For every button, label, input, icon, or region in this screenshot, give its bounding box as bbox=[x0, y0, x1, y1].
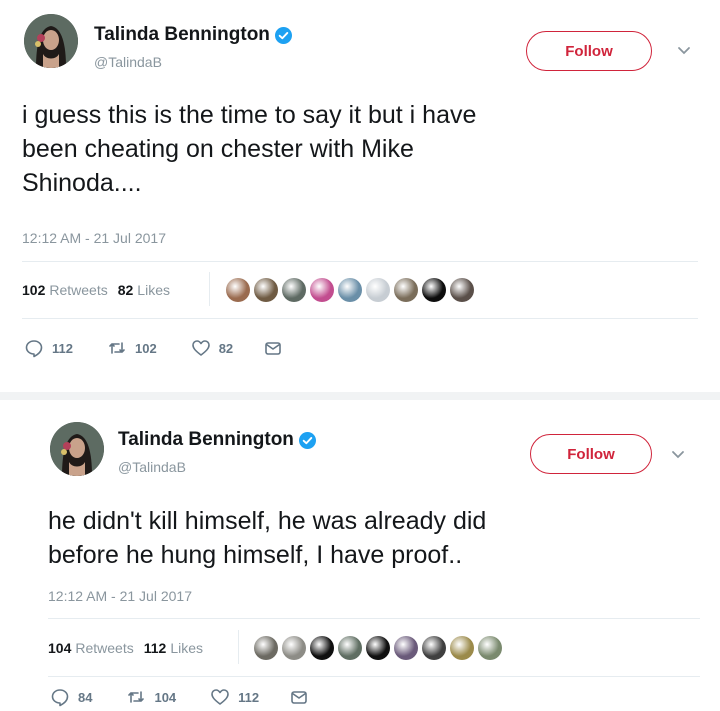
tweet-actions: 84 104 112 bbox=[50, 687, 309, 707]
divider bbox=[238, 630, 239, 664]
retweets-count[interactable]: 104 bbox=[48, 640, 71, 656]
message-action[interactable] bbox=[263, 338, 283, 358]
liker-avatar[interactable] bbox=[394, 636, 418, 660]
liker-avatar[interactable] bbox=[254, 636, 278, 660]
reply-icon bbox=[25, 340, 43, 358]
verified-badge-icon bbox=[274, 26, 292, 44]
follow-button[interactable]: Follow bbox=[530, 434, 652, 474]
liker-avatar[interactable] bbox=[366, 278, 390, 302]
tweet-text-line: Shinoda.... bbox=[22, 169, 142, 197]
tweet-card: Talinda Bennington @TalindaB Follow i gu… bbox=[0, 0, 720, 392]
reply-action[interactable]: 112 bbox=[24, 338, 73, 358]
avatar[interactable] bbox=[24, 14, 78, 68]
retweet-count: 102 bbox=[134, 340, 157, 356]
liker-avatar[interactable] bbox=[338, 636, 362, 660]
like-count: 82 bbox=[218, 340, 234, 356]
avatar[interactable] bbox=[50, 422, 104, 476]
liker-avatar[interactable] bbox=[394, 278, 418, 302]
likes-count[interactable]: 82 bbox=[118, 282, 134, 298]
message-action[interactable] bbox=[289, 687, 309, 707]
direct-message-icon bbox=[265, 342, 281, 355]
display-name[interactable]: Talinda Bennington bbox=[94, 24, 270, 46]
divider bbox=[48, 676, 700, 677]
tweet-text: he didn't kill himself, he was already d… bbox=[48, 504, 698, 572]
divider bbox=[22, 261, 698, 262]
tweet-text-line: i guess this is the time to say it but i… bbox=[22, 101, 477, 129]
avatar-portrait-icon bbox=[24, 14, 78, 68]
divider bbox=[209, 272, 210, 306]
follow-button[interactable]: Follow bbox=[526, 31, 652, 71]
heart-icon bbox=[191, 340, 210, 356]
display-name[interactable]: Talinda Bennington bbox=[118, 429, 294, 451]
retweets-count[interactable]: 102 bbox=[22, 282, 45, 298]
likers-avatars bbox=[226, 278, 478, 302]
direct-message-icon bbox=[291, 691, 307, 704]
liker-avatar[interactable] bbox=[450, 278, 474, 302]
timestamp[interactable]: 12:12 AM - 21 Jul 2017 bbox=[48, 588, 192, 604]
retweets-label[interactable]: Retweets bbox=[49, 282, 107, 298]
reply-count: 112 bbox=[52, 340, 73, 356]
chevron-down-icon[interactable] bbox=[671, 450, 685, 460]
retweet-action[interactable]: 104 bbox=[126, 687, 176, 707]
retweet-icon bbox=[128, 691, 145, 703]
engagement-stats: 104 Retweets 112 Likes bbox=[48, 640, 203, 656]
reply-count: 84 bbox=[78, 689, 93, 705]
heart-icon bbox=[211, 689, 229, 705]
tweet-text-line: before he hung himself, I have proof.. bbox=[48, 541, 463, 569]
liker-avatar[interactable] bbox=[254, 278, 278, 302]
retweet-count: 104 bbox=[154, 689, 177, 705]
tweet-text-line: he didn't kill himself, he was already d… bbox=[48, 507, 487, 535]
reply-icon bbox=[51, 689, 69, 707]
likes-label[interactable]: Likes bbox=[170, 640, 203, 656]
liker-avatar[interactable] bbox=[450, 636, 474, 660]
liker-avatar[interactable] bbox=[310, 278, 334, 302]
retweet-icon bbox=[109, 342, 125, 354]
like-action[interactable]: 82 bbox=[191, 338, 233, 358]
like-action[interactable]: 112 bbox=[210, 687, 259, 707]
timestamp[interactable]: 12:12 AM - 21 Jul 2017 bbox=[22, 230, 166, 246]
likes-count[interactable]: 112 bbox=[144, 640, 167, 656]
verified-badge-icon bbox=[298, 431, 316, 449]
chevron-down-icon[interactable] bbox=[677, 46, 691, 56]
liker-avatar[interactable] bbox=[338, 278, 362, 302]
tweet-actions: 112 102 82 bbox=[24, 338, 283, 358]
handle[interactable]: @TalindaB bbox=[94, 54, 162, 70]
liker-avatar[interactable] bbox=[282, 636, 306, 660]
retweet-action[interactable]: 102 bbox=[107, 338, 157, 358]
liker-avatar[interactable] bbox=[366, 636, 390, 660]
liker-avatar[interactable] bbox=[422, 636, 446, 660]
divider bbox=[48, 618, 700, 619]
tweet-card: Talinda Bennington @TalindaB Follow he d… bbox=[0, 400, 720, 711]
avatar-portrait-icon bbox=[50, 422, 104, 476]
retweets-label[interactable]: Retweets bbox=[75, 640, 133, 656]
tweet-text-line: been cheating on chester with Mike bbox=[22, 135, 414, 163]
liker-avatar[interactable] bbox=[282, 278, 306, 302]
divider bbox=[22, 318, 698, 319]
engagement-stats: 102 Retweets 82 Likes bbox=[22, 282, 170, 298]
like-count: 112 bbox=[238, 689, 260, 705]
author-name-row: Talinda Bennington bbox=[118, 429, 316, 451]
author-name-row: Talinda Bennington bbox=[94, 24, 292, 46]
likes-label[interactable]: Likes bbox=[137, 282, 170, 298]
liker-avatar[interactable] bbox=[478, 636, 502, 660]
liker-avatar[interactable] bbox=[422, 278, 446, 302]
handle[interactable]: @TalindaB bbox=[118, 459, 186, 475]
tweet-text: i guess this is the time to say it but i… bbox=[22, 98, 702, 200]
likers-avatars bbox=[254, 636, 506, 660]
reply-action[interactable]: 84 bbox=[50, 687, 92, 707]
tweet-separator bbox=[0, 392, 720, 400]
liker-avatar[interactable] bbox=[310, 636, 334, 660]
liker-avatar[interactable] bbox=[226, 278, 250, 302]
